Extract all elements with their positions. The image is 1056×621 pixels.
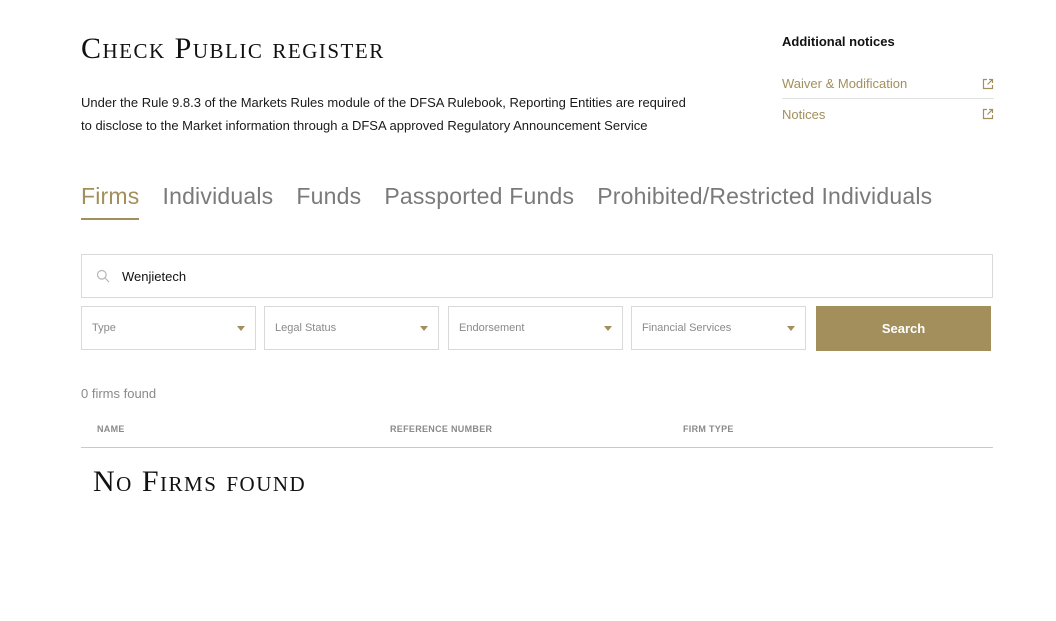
- results-table-header: NAME REFERENCE NUMBER FIRM TYPE: [81, 419, 993, 448]
- chevron-down-icon: [420, 325, 428, 331]
- filter-label: Endorsement: [459, 322, 525, 334]
- additional-notices: Additional notices Waiver & Modification…: [782, 33, 994, 129]
- tab-prohibited-restricted-individuals[interactable]: Prohibited/Restricted Individuals: [597, 180, 932, 220]
- search-button[interactable]: Search: [816, 306, 991, 351]
- column-header-reference-number[interactable]: REFERENCE NUMBER: [390, 424, 492, 434]
- column-header-firm-type[interactable]: FIRM TYPE: [683, 424, 734, 434]
- empty-results-message: No Firms found: [93, 465, 307, 498]
- legal-status-filter[interactable]: Legal Status: [264, 306, 439, 350]
- chevron-down-icon: [787, 325, 795, 331]
- notice-link-label: Waiver & Modification: [782, 76, 908, 91]
- filter-label: Legal Status: [275, 322, 337, 334]
- result-count: 0 firms found: [81, 386, 157, 401]
- endorsement-filter[interactable]: Endorsement: [448, 306, 623, 350]
- chevron-down-icon: [237, 325, 245, 331]
- column-header-name[interactable]: NAME: [97, 424, 125, 434]
- register-tabs: Firms Individuals Funds Passported Funds…: [81, 180, 955, 220]
- notice-link-label: Notices: [782, 106, 826, 122]
- notices-link[interactable]: Notices: [782, 99, 994, 129]
- page-title: Check Public register: [81, 32, 385, 65]
- chevron-down-icon: [604, 325, 612, 331]
- tab-individuals[interactable]: Individuals: [162, 180, 273, 220]
- search-box: [81, 254, 993, 298]
- external-link-icon: [982, 78, 994, 89]
- financial-services-filter[interactable]: Financial Services: [631, 306, 806, 350]
- type-filter[interactable]: Type: [81, 306, 256, 350]
- external-link-icon: [982, 108, 994, 120]
- search-input[interactable]: [122, 268, 992, 284]
- tab-funds[interactable]: Funds: [296, 180, 361, 220]
- filter-label: Financial Services: [642, 322, 732, 334]
- tab-passported-funds[interactable]: Passported Funds: [384, 180, 574, 220]
- waiver-modification-link[interactable]: Waiver & Modification: [782, 69, 994, 99]
- filter-label: Type: [92, 322, 116, 334]
- search-icon: [96, 269, 110, 283]
- intro-text: Under the Rule 9.8.3 of the Markets Rule…: [81, 95, 686, 133]
- tab-firms[interactable]: Firms: [81, 180, 140, 220]
- notices-heading: Additional notices: [782, 34, 895, 49]
